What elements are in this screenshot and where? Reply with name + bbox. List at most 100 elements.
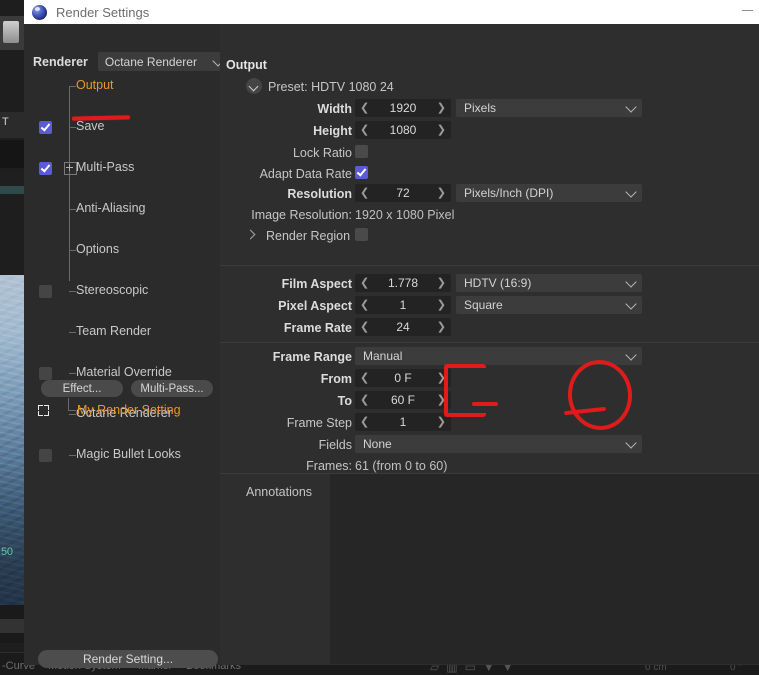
chevron-right-icon bbox=[245, 229, 256, 240]
sidebar-item-label: Multi-Pass bbox=[76, 160, 135, 174]
material-override-checkbox[interactable] bbox=[39, 367, 52, 380]
pixel-aspect-label: Pixel Aspect bbox=[278, 299, 352, 313]
panel-heading: Output bbox=[226, 58, 267, 72]
chevron-right-icon[interactable]: ❯ bbox=[437, 300, 446, 311]
sidebar-item-output[interactable]: Output bbox=[24, 76, 220, 97]
resolution-stepper[interactable]: ❮ 72 ❯ bbox=[355, 184, 451, 202]
height-row: Height ❮ 1080 ❯ bbox=[220, 121, 759, 143]
sidebar-buttons: Effect... Multi-Pass... bbox=[41, 380, 213, 397]
effect-button[interactable]: Effect... bbox=[41, 380, 123, 397]
lock-ratio-row: Lock Ratio bbox=[220, 143, 759, 165]
resolution-value: 72 bbox=[396, 186, 410, 200]
preset-row[interactable]: Preset: HDTV 1080 24 bbox=[220, 77, 759, 99]
render-region-checkbox[interactable] bbox=[355, 228, 368, 241]
sidebar-item-anti-aliasing[interactable]: Anti-Aliasing bbox=[24, 199, 220, 220]
annotations-textarea[interactable] bbox=[330, 474, 759, 664]
lock-ratio-checkbox[interactable] bbox=[355, 145, 368, 158]
chevron-right-icon[interactable]: ❯ bbox=[437, 278, 446, 289]
adapt-data-rate-checkbox[interactable] bbox=[355, 166, 368, 179]
frame-range-label: Frame Range bbox=[272, 350, 352, 364]
chevron-right-icon[interactable]: ❯ bbox=[437, 417, 446, 428]
to-label: To bbox=[337, 394, 352, 408]
film-aspect-preset-dropdown[interactable]: HDTV (16:9) bbox=[456, 274, 642, 292]
chevron-left-icon[interactable]: ❮ bbox=[360, 322, 369, 333]
render-setting-button[interactable]: Render Setting... bbox=[38, 650, 218, 668]
chevron-left-icon[interactable]: ❮ bbox=[360, 417, 369, 428]
chevron-down-icon bbox=[625, 349, 637, 361]
chevron-right-icon[interactable]: ❯ bbox=[437, 322, 446, 333]
annotation-bracket-tail bbox=[472, 402, 498, 406]
height-stepper[interactable]: ❮ 1080 ❯ bbox=[355, 121, 451, 139]
render-region-row: Render Region bbox=[220, 226, 759, 248]
film-aspect-stepper[interactable]: ❮ 1.778 ❯ bbox=[355, 274, 451, 292]
chevron-left-icon[interactable]: ❮ bbox=[360, 278, 369, 289]
pixel-aspect-preset-dropdown[interactable]: Square bbox=[456, 296, 642, 314]
chevron-left-icon[interactable]: ❮ bbox=[360, 125, 369, 136]
background-axis-label: T bbox=[2, 116, 9, 128]
frame-step-stepper[interactable]: ❮ 1 ❯ bbox=[355, 413, 451, 431]
chevron-right-icon[interactable]: ❯ bbox=[437, 188, 446, 199]
chevron-left-icon[interactable]: ❮ bbox=[360, 395, 369, 406]
adapt-data-rate-label: Adapt Data Rate bbox=[259, 167, 352, 181]
render-region-expand[interactable] bbox=[245, 228, 259, 242]
chevron-left-icon[interactable]: ❮ bbox=[360, 373, 369, 384]
lock-ratio-label: Lock Ratio bbox=[292, 146, 352, 160]
sidebar-item-label: Team Render bbox=[76, 324, 152, 338]
render-target-icon bbox=[38, 405, 49, 416]
my-render-setting-row[interactable]: My Render Setting bbox=[24, 398, 220, 420]
sidebar-item-label: Anti-Aliasing bbox=[76, 201, 146, 215]
fields-row: Fields None bbox=[220, 435, 759, 457]
sidebar-item-save[interactable]: Save bbox=[24, 117, 220, 138]
film-aspect-row: Film Aspect ❮ 1.778 ❯ HDTV (16:9) bbox=[220, 274, 759, 296]
resolution-row: Resolution ❮ 72 ❯ Pixels/Inch (DPI) bbox=[220, 184, 759, 206]
fields-label: Fields bbox=[318, 438, 352, 452]
pixel-aspect-stepper[interactable]: ❮ 1 ❯ bbox=[355, 296, 451, 314]
pixel-aspect-value: 1 bbox=[399, 298, 407, 312]
from-label: From bbox=[320, 372, 352, 386]
tree-branch bbox=[69, 455, 76, 456]
film-aspect-value: 1.778 bbox=[387, 276, 419, 290]
render-settings-tree: Output Save Multi-Pass Anti-Aliasing Opt… bbox=[24, 76, 220, 462]
sidebar-item-label: Magic Bullet Looks bbox=[76, 447, 181, 461]
width-unit-dropdown[interactable]: Pixels bbox=[456, 99, 642, 117]
sidebar-item-options[interactable]: Options bbox=[24, 240, 220, 261]
chevron-down-icon bbox=[625, 101, 637, 113]
film-aspect-label: Film Aspect bbox=[281, 277, 352, 291]
tree-branch bbox=[69, 209, 76, 210]
frame-rate-stepper[interactable]: ❮ 24 ❯ bbox=[355, 318, 451, 336]
magic-bullet-looks-checkbox[interactable] bbox=[39, 449, 52, 462]
frames-label: Frames: bbox=[306, 459, 352, 473]
sidebar-item-magic-bullet-looks[interactable]: Magic Bullet Looks bbox=[24, 445, 220, 466]
multi-pass-checkbox[interactable] bbox=[39, 162, 52, 175]
frame-step-value: 1 bbox=[399, 415, 407, 429]
annotations-label: Annotations bbox=[246, 485, 313, 499]
chevron-left-icon[interactable]: ❮ bbox=[360, 103, 369, 114]
sidebar-item-team-render[interactable]: Team Render bbox=[24, 322, 220, 343]
renderer-label: Renderer bbox=[33, 54, 88, 69]
preset-label: Preset: HDTV 1080 24 bbox=[268, 80, 394, 94]
to-stepper[interactable]: ❮ 60 F ❯ bbox=[355, 391, 451, 409]
width-value: 1920 bbox=[389, 101, 417, 115]
frame-rate-value: 24 bbox=[396, 320, 410, 334]
my-render-setting-label: My Render Setting bbox=[77, 403, 181, 417]
renderer-dropdown[interactable]: Octane Renderer bbox=[97, 52, 229, 71]
chevron-right-icon[interactable]: ❯ bbox=[437, 103, 446, 114]
chevron-left-icon[interactable]: ❮ bbox=[360, 188, 369, 199]
from-stepper[interactable]: ❮ 0 F ❯ bbox=[355, 369, 451, 387]
stereoscopic-checkbox[interactable] bbox=[39, 285, 52, 298]
width-stepper[interactable]: ❮ 1920 ❯ bbox=[355, 99, 451, 117]
chevron-left-icon[interactable]: ❮ bbox=[360, 300, 369, 311]
chevron-down-icon bbox=[625, 186, 637, 198]
resolution-unit-dropdown[interactable]: Pixels/Inch (DPI) bbox=[456, 184, 642, 202]
multi-pass-button[interactable]: Multi-Pass... bbox=[131, 380, 213, 397]
resolution-label: Resolution bbox=[287, 187, 352, 201]
height-label: Height bbox=[313, 124, 352, 138]
minimize-icon[interactable] bbox=[742, 10, 753, 11]
chevron-right-icon[interactable]: ❯ bbox=[437, 125, 446, 136]
save-checkbox[interactable] bbox=[39, 121, 52, 134]
fields-dropdown[interactable]: None bbox=[355, 435, 642, 453]
sidebar-item-stereoscopic[interactable]: Stereoscopic bbox=[24, 281, 220, 302]
sidebar-item-multi-pass[interactable]: Multi-Pass bbox=[24, 158, 220, 179]
chevron-down-icon bbox=[625, 276, 637, 288]
chevron-down-circle-icon[interactable] bbox=[246, 78, 262, 94]
